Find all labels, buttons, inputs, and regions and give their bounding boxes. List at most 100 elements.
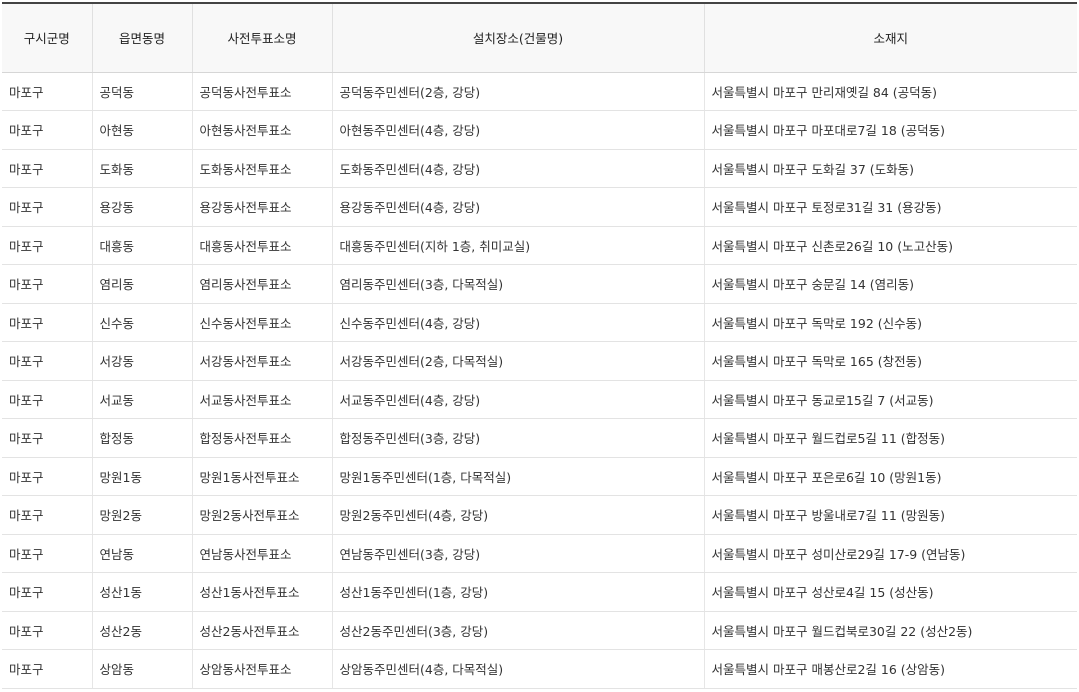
cell-address: 서울특별시 마포구 포은로6길 10 (망원1동) xyxy=(703,457,1077,496)
table-row: 마포구 성산1동 성산1동사전투표소 성산1동주민센터(1층, 강당) 서울특별시 마포… xyxy=(2,572,1077,612)
cell-dong: 용강동 xyxy=(91,187,192,227)
table-row: 마포구 대흥동 대흥동사전투표소 대흥동주민센터(지하 1층, 취미교실) 서울특별시 … xyxy=(2,226,1077,265)
cell-dong: 도화동 xyxy=(91,149,192,188)
table-row: 마포구 망원1동 망원1동사전투표소 망원1동주민센터(1층, 다목적실) 서울특별시 … xyxy=(2,457,1077,496)
table-row: 마포구 서강동 서강동사전투표소 서강동주민센터(2층, 다목적실) 서울특별시 마포구… xyxy=(2,341,1077,381)
cell-address: 서울특별시 마포구 월드컵로5길 11 (합정동) xyxy=(703,418,1077,458)
table-row: 마포구 용강동 용강동사전투표소 용강동주민센터(4층, 강당) 서울특별시 마포구 토… xyxy=(2,187,1077,227)
cell-district: 마포구 xyxy=(2,572,92,612)
cell-location: 상암동주민센터(4층, 다목적실) xyxy=(331,649,704,689)
header-address: 소재지 xyxy=(703,2,1077,73)
table-row: 마포구 성산2동 성산2동사전투표소 성산2동주민센터(3층, 강당) 서울특별시 마포… xyxy=(2,611,1077,650)
cell-station-name: 신수동사전투표소 xyxy=(191,303,332,342)
cell-location: 서강동주민센터(2층, 다목적실) xyxy=(331,341,704,381)
header-row: 구시군명 읍면동명 사전투표소명 설치장소(건물명) 소재지 xyxy=(2,2,1077,73)
cell-district: 마포구 xyxy=(2,418,92,458)
cell-dong: 아현동 xyxy=(91,110,192,150)
header-district: 구시군명 xyxy=(2,2,92,73)
cell-location: 도화동주민센터(4층, 강당) xyxy=(331,149,704,188)
cell-location: 합정동주민센터(3층, 강당) xyxy=(331,418,704,458)
cell-dong: 연남동 xyxy=(91,534,192,573)
table-body: 마포구 공덕동 공덕동사전투표소 공덕동주민센터(2층, 강당) 서울특별시 마포구 만… xyxy=(2,72,1077,689)
cell-address: 서울특별시 마포구 도화길 37 (도화동) xyxy=(703,149,1077,188)
table-row: 마포구 공덕동 공덕동사전투표소 공덕동주민센터(2층, 강당) 서울특별시 마포구 만… xyxy=(2,72,1077,111)
cell-dong: 서교동 xyxy=(91,380,192,419)
cell-district: 마포구 xyxy=(2,187,92,227)
cell-address: 서울특별시 마포구 성미산로29길 17-9 (연남동) xyxy=(703,534,1077,573)
cell-district: 마포구 xyxy=(2,303,92,342)
cell-station-name: 합정동사전투표소 xyxy=(191,418,332,458)
cell-location: 망원2동주민센터(4층, 강당) xyxy=(331,495,704,535)
cell-district: 마포구 xyxy=(2,534,92,573)
cell-location: 신수동주민센터(4층, 강당) xyxy=(331,303,704,342)
cell-station-name: 서교동사전투표소 xyxy=(191,380,332,419)
cell-dong: 망원2동 xyxy=(91,495,192,535)
cell-address: 서울특별시 마포구 독막로 165 (창전동) xyxy=(703,341,1077,381)
cell-address: 서울특별시 마포구 동교로15길 7 (서교동) xyxy=(703,380,1077,419)
cell-location: 연남동주민센터(3층, 강당) xyxy=(331,534,704,573)
table-row: 마포구 연남동 연남동사전투표소 연남동주민센터(3층, 강당) 서울특별시 마포구 성… xyxy=(2,534,1077,573)
cell-dong: 합정동 xyxy=(91,418,192,458)
polling-station-table-container: 구시군명 읍면동명 사전투표소명 설치장소(건물명) 소재지 마포구 공덕동 공덕동… xyxy=(2,2,1077,689)
cell-station-name: 망원2동사전투표소 xyxy=(191,495,332,535)
table-row: 마포구 망원2동 망원2동사전투표소 망원2동주민센터(4층, 강당) 서울특별시 마포… xyxy=(2,495,1077,535)
cell-location: 아현동주민센터(4층, 강당) xyxy=(331,110,704,150)
cell-dong: 망원1동 xyxy=(91,457,192,496)
cell-district: 마포구 xyxy=(2,264,92,304)
cell-district: 마포구 xyxy=(2,457,92,496)
cell-address: 서울특별시 마포구 숭문길 14 (염리동) xyxy=(703,264,1077,304)
cell-station-name: 도화동사전투표소 xyxy=(191,149,332,188)
table-row: 마포구 염리동 염리동사전투표소 염리동주민센터(3층, 다목적실) 서울특별시 마포구… xyxy=(2,264,1077,304)
cell-address: 서울특별시 마포구 매봉산로2길 16 (상암동) xyxy=(703,649,1077,689)
cell-district: 마포구 xyxy=(2,72,92,111)
polling-station-table: 구시군명 읍면동명 사전투표소명 설치장소(건물명) 소재지 마포구 공덕동 공덕동… xyxy=(2,2,1077,689)
cell-location: 대흥동주민센터(지하 1층, 취미교실) xyxy=(331,226,704,265)
table-row: 마포구 서교동 서교동사전투표소 서교동주민센터(4층, 강당) 서울특별시 마포구 동… xyxy=(2,380,1077,419)
table-row: 마포구 아현동 아현동사전투표소 아현동주민센터(4층, 강당) 서울특별시 마포구 마… xyxy=(2,110,1077,150)
cell-district: 마포구 xyxy=(2,149,92,188)
header-dong: 읍면동명 xyxy=(91,2,192,73)
cell-dong: 염리동 xyxy=(91,264,192,304)
cell-station-name: 대흥동사전투표소 xyxy=(191,226,332,265)
cell-dong: 상암동 xyxy=(91,649,192,689)
cell-dong: 대흥동 xyxy=(91,226,192,265)
cell-district: 마포구 xyxy=(2,110,92,150)
table-header: 구시군명 읍면동명 사전투표소명 설치장소(건물명) 소재지 xyxy=(2,2,1077,73)
cell-location: 망원1동주민센터(1층, 다목적실) xyxy=(331,457,704,496)
table-row: 마포구 도화동 도화동사전투표소 도화동주민센터(4층, 강당) 서울특별시 마포구 도… xyxy=(2,149,1077,188)
cell-district: 마포구 xyxy=(2,380,92,419)
cell-location: 성산2동주민센터(3층, 강당) xyxy=(331,611,704,650)
cell-location: 성산1동주민센터(1층, 강당) xyxy=(331,572,704,612)
cell-district: 마포구 xyxy=(2,495,92,535)
cell-dong: 성산2동 xyxy=(91,611,192,650)
header-location: 설치장소(건물명) xyxy=(331,2,704,73)
cell-district: 마포구 xyxy=(2,226,92,265)
cell-address: 서울특별시 마포구 마포대로7길 18 (공덕동) xyxy=(703,110,1077,150)
cell-station-name: 염리동사전투표소 xyxy=(191,264,332,304)
cell-dong: 공덕동 xyxy=(91,72,192,111)
table-row: 마포구 신수동 신수동사전투표소 신수동주민센터(4층, 강당) 서울특별시 마포구 독… xyxy=(2,303,1077,342)
cell-location: 서교동주민센터(4층, 강당) xyxy=(331,380,704,419)
cell-district: 마포구 xyxy=(2,649,92,689)
cell-address: 서울특별시 마포구 독막로 192 (신수동) xyxy=(703,303,1077,342)
cell-station-name: 성산1동사전투표소 xyxy=(191,572,332,612)
header-station-name: 사전투표소명 xyxy=(191,2,332,73)
cell-dong: 신수동 xyxy=(91,303,192,342)
cell-station-name: 아현동사전투표소 xyxy=(191,110,332,150)
cell-dong: 성산1동 xyxy=(91,572,192,612)
cell-station-name: 서강동사전투표소 xyxy=(191,341,332,381)
cell-address: 서울특별시 마포구 성산로4길 15 (성산동) xyxy=(703,572,1077,612)
cell-address: 서울특별시 마포구 월드컵북로30길 22 (성산2동) xyxy=(703,611,1077,650)
cell-dong: 서강동 xyxy=(91,341,192,381)
table-row: 마포구 상암동 상암동사전투표소 상암동주민센터(4층, 다목적실) 서울특별시 마포구… xyxy=(2,649,1077,689)
cell-address: 서울특별시 마포구 토정로31길 31 (용강동) xyxy=(703,187,1077,227)
cell-station-name: 성산2동사전투표소 xyxy=(191,611,332,650)
cell-station-name: 용강동사전투표소 xyxy=(191,187,332,227)
cell-location: 용강동주민센터(4층, 강당) xyxy=(331,187,704,227)
cell-station-name: 상암동사전투표소 xyxy=(191,649,332,689)
cell-address: 서울특별시 마포구 신촌로26길 10 (노고산동) xyxy=(703,226,1077,265)
cell-location: 염리동주민센터(3층, 다목적실) xyxy=(331,264,704,304)
cell-address: 서울특별시 마포구 만리재옛길 84 (공덕동) xyxy=(703,72,1077,111)
cell-address: 서울특별시 마포구 방울내로7길 11 (망원동) xyxy=(703,495,1077,535)
cell-station-name: 망원1동사전투표소 xyxy=(191,457,332,496)
